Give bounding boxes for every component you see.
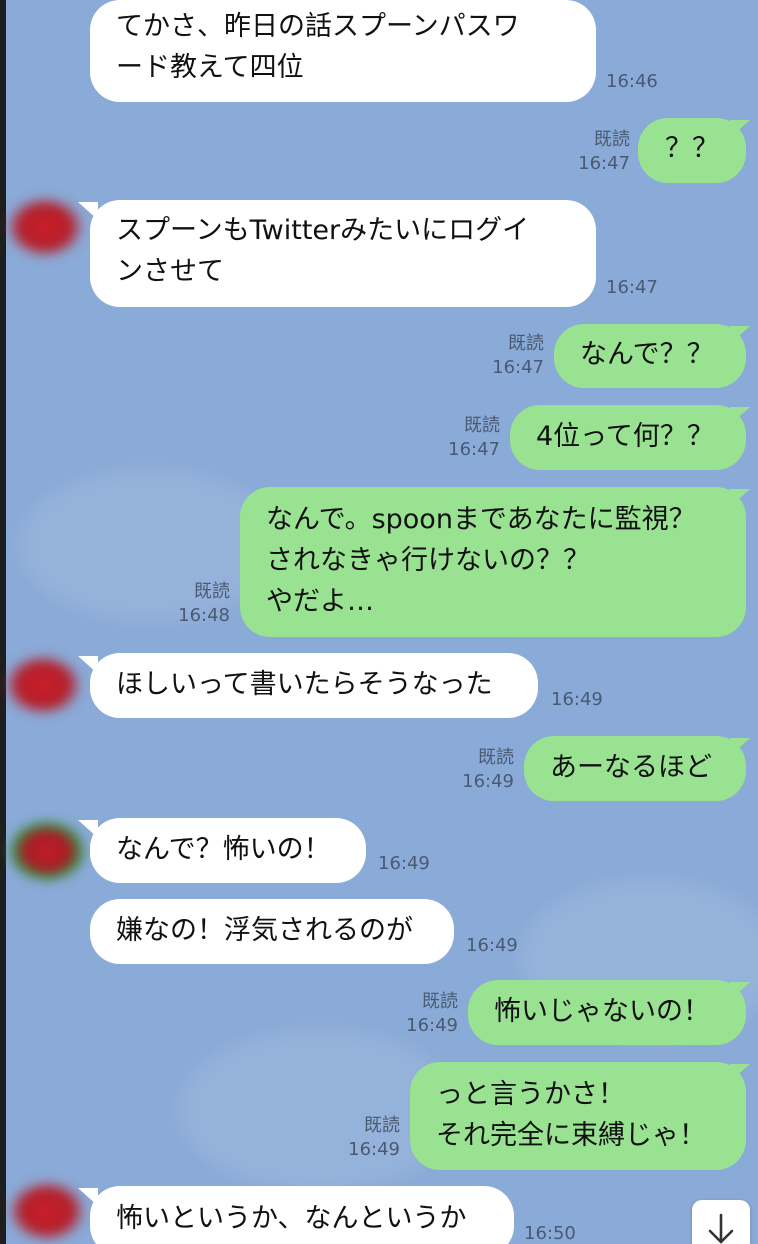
message-time: 16:48	[178, 605, 230, 626]
message-time: 16:46	[606, 71, 658, 92]
message-time: 16:47	[492, 357, 544, 378]
avatar[interactable]	[6, 196, 84, 258]
message-time: 16:49	[406, 1015, 458, 1036]
message-meta: 既読 16:47	[444, 414, 500, 462]
arrow-down-icon	[708, 1213, 734, 1244]
message-bubble[interactable]: スプーンもTwitterみたいにログイ ンさせて	[90, 200, 596, 307]
message-bubble[interactable]: 嫌なの！浮気されるのが	[90, 899, 454, 964]
message-time: 16:47	[606, 277, 658, 298]
message-meta: 16:49	[378, 852, 430, 876]
message-time: 16:49	[466, 935, 518, 956]
message-time: 16:47	[448, 439, 500, 460]
message-meta: 16:49	[466, 934, 518, 958]
message-time: 16:50	[524, 1223, 576, 1244]
bubble-tail	[730, 326, 750, 344]
read-receipt: 既読	[464, 415, 500, 436]
message-meta: 16:50	[524, 1222, 576, 1244]
read-receipt: 既読	[478, 747, 514, 768]
message-meta: 16:49	[551, 688, 603, 712]
bubble-tail	[730, 1064, 750, 1082]
screen-edge	[0, 0, 6, 1244]
message-time: 16:47	[578, 153, 630, 174]
bubble-tail	[730, 738, 750, 756]
message-bubble[interactable]: っと言うかさ！ それ完全に束縛じゃ！	[410, 1062, 746, 1170]
avatar[interactable]	[4, 654, 82, 716]
message-time: 16:49	[462, 771, 514, 792]
chat-area[interactable]: てかさ、昨日の話スプーンパスワ ード教えて四位 16:46 既読 16:47 ？…	[0, 0, 758, 1244]
message-meta: 既読 16:47	[574, 128, 630, 176]
message-time: 16:49	[551, 689, 603, 710]
read-receipt: 既読	[508, 333, 544, 354]
bubble-tail	[730, 489, 750, 507]
message-bubble[interactable]: なんで？怖いの！	[90, 818, 366, 883]
message-meta: 既読 16:49	[402, 990, 458, 1038]
message-bubble[interactable]: 怖いじゃないの！	[468, 980, 746, 1045]
avatar[interactable]	[8, 1180, 86, 1242]
read-receipt: 既読	[364, 1115, 400, 1136]
scroll-to-bottom-button[interactable]	[692, 1200, 750, 1244]
read-receipt: 既読	[422, 991, 458, 1012]
bubble-tail	[730, 982, 750, 1000]
message-bubble[interactable]: なんで？？	[554, 324, 746, 388]
read-receipt: 既読	[194, 581, 230, 602]
message-bubble[interactable]: 4位って何？？	[510, 405, 746, 470]
message-bubble[interactable]: あーなるほど	[524, 736, 746, 801]
message-bubble[interactable]: 怖いというか、なんというか	[90, 1186, 514, 1244]
avatar[interactable]	[8, 820, 86, 882]
message-meta: 既読 16:48	[174, 580, 230, 628]
message-meta: 既読 16:47	[488, 332, 544, 380]
message-time: 16:49	[348, 1139, 400, 1160]
message-time: 16:49	[378, 853, 430, 874]
bubble-tail	[730, 120, 750, 138]
message-bubble[interactable]: なんで。spoonまであなたに監視？ されなきゃ行けないの？？ やだよ…	[240, 487, 746, 637]
message-bubble[interactable]: てかさ、昨日の話スプーンパスワ ード教えて四位	[90, 0, 596, 102]
read-receipt: 既読	[594, 129, 630, 150]
message-meta: 既読 16:49	[344, 1114, 400, 1162]
message-meta: 16:46	[606, 70, 658, 94]
message-meta: 16:47	[606, 276, 658, 300]
message-bubble[interactable]: ほしいって書いたらそうなった	[90, 653, 538, 718]
message-meta: 既読 16:49	[458, 746, 514, 794]
bubble-tail	[730, 407, 750, 425]
